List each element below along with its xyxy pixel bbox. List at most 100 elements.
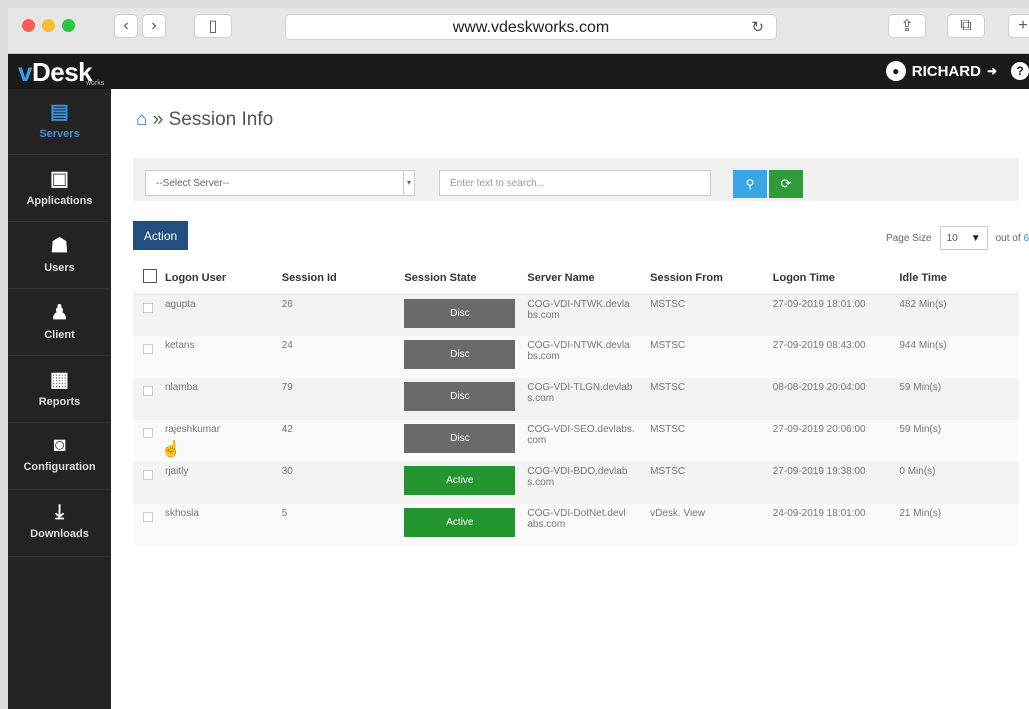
breadcrumb-separator: » <box>152 109 164 130</box>
app-header: vDesk works ● RICHARD ➜ ? <box>8 54 1029 89</box>
session-from-cell: MSTSC <box>644 378 767 420</box>
session-from-cell: MSTSC <box>644 420 767 462</box>
logon-time-cell: 08-08-2019 20:04:00 <box>766 378 894 420</box>
idle-time-cell: 0 Min(s) <box>893 462 1019 504</box>
refresh-icon: ⟳ <box>780 176 792 191</box>
row-checkbox[interactable] <box>143 512 153 522</box>
vdesk-logo[interactable]: vDesk <box>18 57 93 88</box>
user-name: RICHARD <box>911 62 981 80</box>
sidebar-item-downloads[interactable]: ⤓ Downloads <box>8 491 111 557</box>
table-row[interactable]: ketans 24 Disc COG-VDI-NTWK.devla bs.com… <box>133 336 1019 378</box>
column-header[interactable]: Session From <box>644 262 767 295</box>
logout-icon[interactable]: ➜ <box>987 64 997 78</box>
session-id-cell: 79 <box>275 378 399 420</box>
column-header[interactable]: Idle Time <box>893 262 1019 295</box>
sidebar-toggle-icon[interactable]: ▯ <box>194 14 232 38</box>
sidebar-item-servers[interactable]: ▤ Servers <box>8 89 111 155</box>
close-window-button[interactable] <box>22 19 35 32</box>
reload-icon[interactable]: ↻ <box>751 18 764 36</box>
server-name-cell: COG-VDI-BDO.devlab s.com <box>521 462 645 504</box>
server-name-cell: COG-VDI-SEO.devlabs. com <box>521 420 645 462</box>
session-id-cell: 26 <box>275 294 399 336</box>
sidebar-item-reports[interactable]: ▦ Reports <box>8 357 111 423</box>
logon-user-cell: rjaitly <box>159 462 276 504</box>
sidebar-item-applications[interactable]: ▣ Applications <box>8 156 111 222</box>
users-icon: ☗ <box>50 235 69 257</box>
session-id-cell: 42 <box>275 420 399 462</box>
row-checkbox[interactable] <box>143 302 153 313</box>
session-id-cell: 24 <box>275 336 399 378</box>
search-input[interactable]: Enter text to search... <box>439 170 711 196</box>
chevron-down-icon: ▼ <box>970 232 981 244</box>
back-icon[interactable]: ‹ <box>114 14 138 38</box>
column-header[interactable]: Server Name <box>521 262 645 295</box>
reports-icon: ▦ <box>50 369 69 391</box>
url-text: www.vdeskworks.com <box>452 19 610 36</box>
session-state-badge: Active <box>404 466 516 495</box>
page-size-control: Page Size 10 ▼ out of 6 <box>886 226 1029 250</box>
table-row[interactable]: nlamba 79 Disc COG-VDI-TLGN.devlab s.com… <box>133 378 1019 420</box>
action-button[interactable]: Action <box>133 221 188 250</box>
column-header[interactable]: Session Id <box>275 262 399 295</box>
out-of-count: 6 <box>1023 232 1029 244</box>
browser-window: ‹ › ▯ www.vdeskworks.com ↻ ⇪ ⧉ + vDesk w… <box>8 8 1029 709</box>
new-tab-icon[interactable]: + <box>1008 14 1029 38</box>
refresh-button[interactable]: ⟳ <box>769 170 803 198</box>
tabs-icon[interactable]: ⧉ <box>947 14 985 38</box>
logon-time-cell: 27-09-2019 20:06:00 <box>766 420 894 462</box>
select-all-checkbox[interactable] <box>143 269 157 284</box>
pointer-cursor-icon: ☝ <box>161 441 181 458</box>
session-state-badge: Disc <box>404 382 516 411</box>
downloads-icon: ⤓ <box>55 501 64 523</box>
page-size-select[interactable]: 10 ▼ <box>939 226 988 250</box>
column-header[interactable]: Logon Time <box>766 262 894 295</box>
minimize-window-button[interactable] <box>42 19 55 32</box>
server-name-cell: COG-VDI-NTWK.devla bs.com <box>521 294 645 336</box>
maximize-window-button[interactable] <box>62 19 75 32</box>
row-checkbox[interactable] <box>143 428 153 438</box>
table-row[interactable]: rajeshkumar 42 Disc COG-VDI-SEO.devlabs.… <box>133 420 1019 462</box>
logo-subtitle: works <box>86 80 105 87</box>
column-header[interactable]: Logon User <box>159 262 276 295</box>
table-header-row: Logon User Session Id Session State Serv… <box>133 262 1019 295</box>
server-select[interactable]: --Select Server-- ▾ <box>145 170 415 196</box>
table-row[interactable]: agupta 26 Disc COG-VDI-NTWK.devla bs.com… <box>133 294 1019 336</box>
server-name-cell: COG-VDI-TLGN.devlab s.com <box>521 378 645 420</box>
sidebar: ▤ Servers ▣ Applications ☗ Users ♟ Clien… <box>8 89 111 709</box>
forward-icon[interactable]: › <box>142 14 166 38</box>
logon-time-cell: 27-09-2019 19:38:00 <box>766 462 894 504</box>
session-from-cell: MSTSC <box>644 462 767 504</box>
logon-user-cell: ketans <box>159 336 276 378</box>
filter-toolbar: --Select Server-- ▾ Enter text to search… <box>133 158 1019 201</box>
search-button[interactable]: ⚲ <box>733 170 767 198</box>
sidebar-item-client[interactable]: ♟ Client <box>8 290 111 356</box>
row-checkbox[interactable] <box>143 344 153 354</box>
row-checkbox[interactable] <box>143 470 153 480</box>
share-icon[interactable]: ⇪ <box>888 14 926 38</box>
session-state-badge: Disc <box>404 424 516 453</box>
logon-time-cell: 27-09-2019 18:01:00 <box>766 294 894 336</box>
session-state-badge: Disc <box>404 298 516 328</box>
session-from-cell: vDesk. View <box>644 504 767 546</box>
session-state-badge: Disc <box>404 340 516 369</box>
server-name-cell: COG-VDI-DotNet.devl abs.com <box>521 504 645 546</box>
browser-toolbar: ‹ › ▯ www.vdeskworks.com ↻ ⇪ ⧉ + <box>8 8 1029 54</box>
sidebar-item-users[interactable]: ☗ Users <box>8 223 111 289</box>
server-name-cell: COG-VDI-NTWK.devla bs.com <box>521 336 645 378</box>
configuration-icon: ◙ <box>53 434 66 456</box>
main-content: ⌂ » Session Info --Select Server-- ▾ Ent… <box>111 89 1029 709</box>
user-icon: ● <box>885 61 906 81</box>
sidebar-item-configuration[interactable]: ◙ Configuration <box>8 424 111 490</box>
table-row[interactable]: skhosla 5 Active COG-VDI-DotNet.devl abs… <box>133 504 1019 546</box>
user-menu[interactable]: ● RICHARD ➜ ? <box>885 61 1029 81</box>
table-row[interactable]: rjaitly 30 Active COG-VDI-BDO.devlab s.c… <box>133 462 1019 504</box>
session-from-cell: MSTSC <box>644 336 767 378</box>
home-icon[interactable]: ⌂ <box>136 109 147 130</box>
chevron-down-icon: ▾ <box>403 171 414 195</box>
breadcrumb: ⌂ » Session Info <box>136 109 273 131</box>
address-bar[interactable]: www.vdeskworks.com ↻ <box>285 14 777 40</box>
help-icon[interactable]: ? <box>1011 62 1029 80</box>
column-header[interactable]: Session State <box>398 262 522 295</box>
applications-icon: ▣ <box>50 168 69 190</box>
row-checkbox[interactable] <box>143 386 153 396</box>
